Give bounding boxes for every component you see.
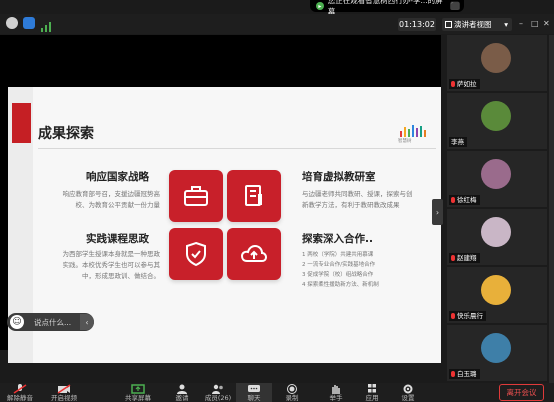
view-label: 演讲者视图	[454, 20, 492, 29]
avatar	[481, 217, 511, 247]
mic-muted-icon	[451, 81, 455, 87]
participant-tile[interactable]: 李燕	[447, 93, 547, 149]
participant-name: 白玉璐	[449, 369, 480, 379]
slide-accent-tab	[12, 103, 31, 143]
share-screen-button[interactable]: 共享屏幕	[120, 383, 156, 402]
settings-button[interactable]: 设置	[390, 383, 426, 402]
avatar	[481, 101, 511, 131]
unmute-button[interactable]: 解除静音	[2, 383, 38, 402]
apps-icon	[368, 384, 376, 393]
top-toolbar: 01:13:02 演讲者视图 ▾ – □ ✕	[0, 14, 554, 34]
logo: 智慧树	[394, 125, 434, 155]
title-divider	[38, 148, 436, 149]
participant-tile[interactable]: 快乐晨行	[447, 267, 547, 323]
participant-list: 萨如拉 李燕 徐红梅 赵建翔 快乐晨行 白玉璐	[447, 35, 547, 383]
mic-icon	[13, 384, 27, 394]
section-body: 响应教育部号召，支援边疆冠势高 校、为教育公平贡献一份力量	[62, 190, 161, 209]
briefcase-icon	[184, 186, 208, 206]
close-button[interactable]: ✕	[543, 19, 550, 28]
shield-check-icon	[186, 241, 206, 267]
avatar	[481, 159, 511, 189]
section-body: 与边疆老师共同教研、授课，探索与创 新教学方法，有利于教研教改成果	[302, 190, 413, 209]
share-banner-stop-icon[interactable]: ⬛	[450, 2, 460, 10]
slide-title: 成果探索	[38, 126, 94, 142]
screen-share-banner: ▸ 您正在观看智慧树西行办-李...的屏幕 ⬛	[310, 0, 464, 16]
participant-name: 萨如拉	[449, 79, 480, 89]
participant-tile[interactable]: 萨如拉	[447, 35, 547, 91]
invite-button[interactable]: 邀请	[164, 383, 200, 402]
cloud-upload-icon	[240, 244, 268, 262]
participant-name: 李燕	[449, 137, 467, 147]
avatar	[481, 333, 511, 363]
participant-name: 徐红梅	[449, 195, 480, 205]
signal-icon[interactable]	[40, 17, 52, 32]
members-icon	[212, 384, 223, 394]
mic-muted-icon	[451, 197, 455, 203]
shared-screen: 成果探索 智慧树 响应国家战略 响应教育部号召，支援边疆冠势高 校、为教育公平贡…	[0, 35, 441, 363]
section-heading: 探索深入合作..	[302, 233, 373, 245]
mic-muted-icon	[451, 313, 455, 319]
logo-text: 智慧树	[398, 139, 412, 144]
participant-name: 赵建翔	[449, 253, 480, 263]
minimize-button[interactable]: –	[519, 19, 523, 28]
info-icon[interactable]	[6, 17, 18, 29]
share-status-icon: ▸	[316, 2, 324, 10]
avatar	[481, 43, 511, 73]
invite-icon	[177, 384, 187, 394]
section-list: 1 两校（学院）共建共用慕课 2 一流专业合作/实践基地合作 3 促成学院（校）…	[302, 252, 379, 288]
meeting-window: ▸ 您正在观看智慧树西行办-李...的屏幕 ⬛ 01:13:02 演讲者视图 ▾…	[0, 0, 554, 402]
maximize-button[interactable]: □	[531, 19, 539, 28]
collapse-participants-button[interactable]: ›	[432, 199, 443, 225]
cloud-tile	[227, 228, 281, 280]
members-button[interactable]: 成员(26)	[200, 383, 236, 402]
chat-placeholder: 说点什么...	[34, 317, 72, 327]
bottom-control-bar: 解除静音 开启视频 共享屏幕 邀请 成员(26) 聊天 录制 举手 应用 设置 …	[0, 383, 554, 402]
participant-tile[interactable]: 白玉璐	[447, 325, 547, 381]
chevron-left-icon[interactable]: ‹	[80, 314, 94, 330]
section-body: 为西部学生授课本身就是一种思政 实践。本校优秀学生也可以参与其 中，形成思政训、…	[62, 250, 161, 280]
section-heading: 响应国家战略	[86, 171, 149, 183]
leave-meeting-button[interactable]: 离开会议	[499, 384, 544, 401]
participant-tile[interactable]: 赵建翔	[447, 209, 547, 265]
chevron-down-icon: ▾	[504, 20, 508, 29]
start-video-button[interactable]: 开启视频	[46, 383, 82, 402]
briefcase-tile	[169, 170, 223, 222]
document-tile	[227, 170, 281, 222]
chat-button[interactable]: 聊天	[236, 383, 272, 402]
record-button[interactable]: 录制	[274, 383, 310, 402]
shield-icon[interactable]	[23, 17, 35, 29]
emoji-icon[interactable]: ☺	[10, 315, 24, 329]
record-icon	[287, 384, 297, 394]
settings-icon	[403, 384, 413, 394]
chat-input[interactable]: ☺ 说点什么... ‹	[7, 313, 94, 331]
document-icon	[245, 185, 262, 206]
grid-view-icon	[445, 21, 452, 28]
speaker-view-button[interactable]: 演讲者视图 ▾	[442, 18, 512, 31]
share-screen-icon	[131, 384, 145, 394]
participant-scrollbar[interactable]	[549, 35, 554, 383]
avatar	[481, 275, 511, 305]
section-heading: 培育虚拟教研室	[302, 171, 376, 183]
participant-tile[interactable]: 徐红梅	[447, 151, 547, 207]
section-heading: 实践课程思政	[86, 233, 149, 245]
mic-muted-icon	[451, 255, 455, 261]
meeting-timer: 01:13:02	[398, 18, 436, 31]
mic-muted-icon	[451, 371, 455, 377]
participant-name: 快乐晨行	[449, 311, 486, 321]
apps-button[interactable]: 应用	[354, 383, 390, 402]
raise-hand-button[interactable]: 举手	[318, 383, 354, 402]
top-banner: ▸ 您正在观看智慧树西行办-李...的屏幕 ⬛	[0, 0, 554, 16]
hand-icon	[332, 385, 340, 394]
chat-icon	[248, 385, 260, 392]
video-icon	[57, 384, 71, 394]
shield-tile	[169, 228, 223, 280]
